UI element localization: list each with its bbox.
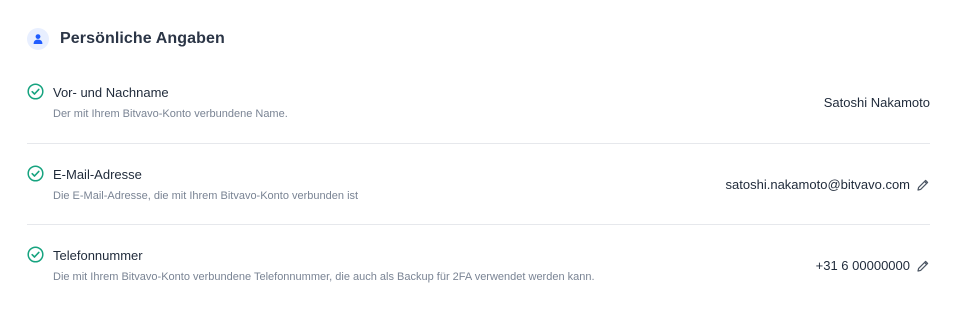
section-title: Persönliche Angaben [60, 30, 225, 47]
pencil-icon[interactable] [916, 178, 930, 192]
user-icon [27, 28, 49, 50]
field-label: Vor- und Nachname [53, 85, 169, 100]
field-row-name: Vor- und Nachname Der mit Ihrem Bitvavo-… [27, 62, 930, 143]
field-row-phone: Telefonnummer Die mit Ihrem Bitvavo-Kont… [27, 224, 930, 306]
check-circle-icon [27, 165, 44, 182]
field-value-email: satoshi.nakamoto@bitvavo.com [725, 177, 910, 192]
field-label: E-Mail-Adresse [53, 167, 142, 182]
check-circle-icon [27, 246, 44, 263]
field-row-email: E-Mail-Adresse Die E-Mail-Adresse, die m… [27, 143, 930, 225]
field-description: Die mit Ihrem Bitvavo-Konto verbundene T… [53, 271, 595, 283]
field-description: Der mit Ihrem Bitvavo-Konto verbundene N… [53, 108, 288, 120]
check-circle-icon [27, 83, 44, 100]
field-value-name: Satoshi Nakamoto [823, 95, 930, 110]
field-description: Die E-Mail-Adresse, die mit Ihrem Bitvav… [53, 190, 359, 202]
field-value-phone: +31 6 00000000 [815, 258, 910, 273]
field-label: Telefonnummer [53, 248, 143, 263]
section-header: Persönliche Angaben [27, 28, 225, 50]
pencil-icon[interactable] [916, 259, 930, 273]
